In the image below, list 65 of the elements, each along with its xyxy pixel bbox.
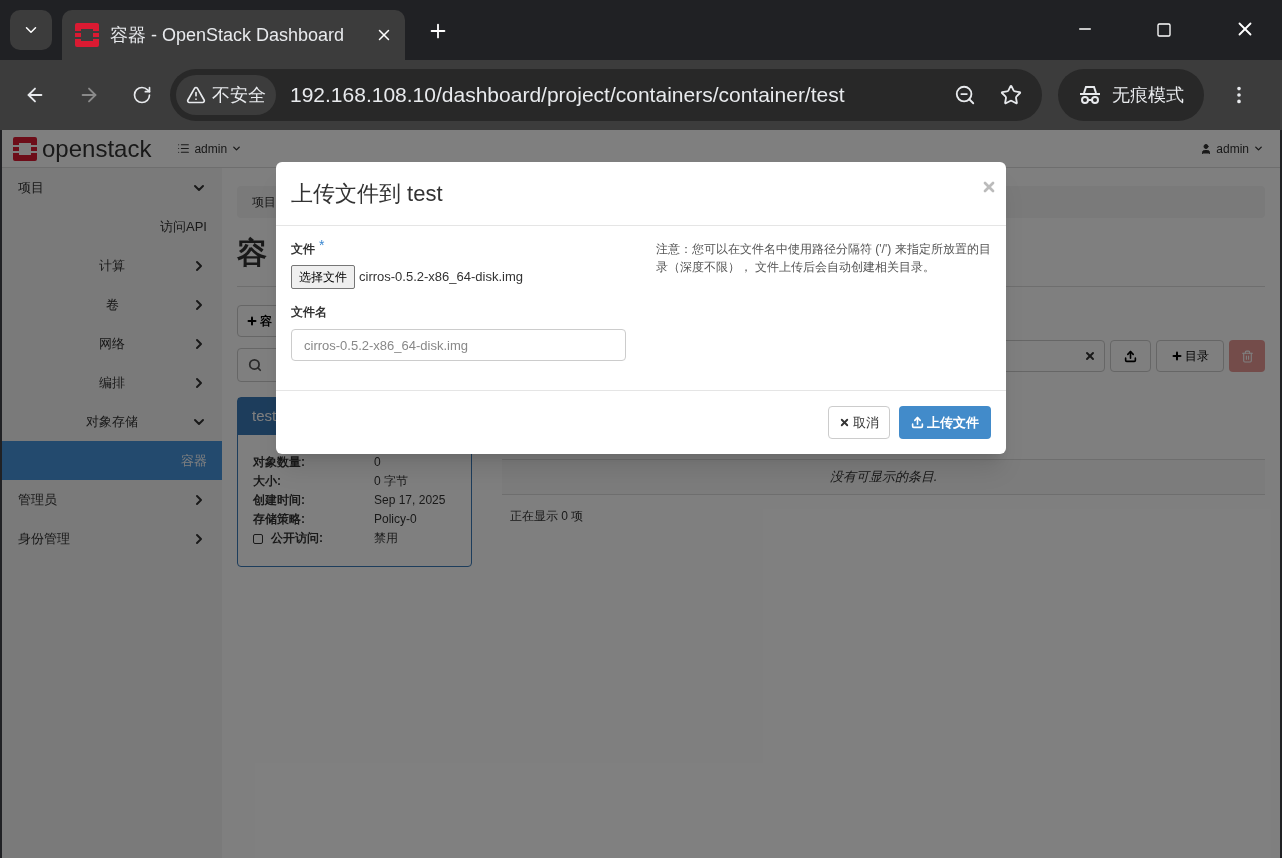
sidebar-item[interactable]: 身份管理 <box>2 519 222 558</box>
upload-icon <box>1124 349 1137 363</box>
sidebar-item[interactable]: 访问API <box>2 207 222 246</box>
upload-icon <box>911 416 924 429</box>
detail-label: 公开访问: <box>271 530 323 547</box>
reload-icon[interactable] <box>132 85 152 105</box>
plus-icon <box>246 315 258 327</box>
security-chip[interactable]: 不安全 <box>176 75 276 115</box>
warning-icon <box>186 85 206 105</box>
sidebar-item[interactable]: 容器 <box>2 441 222 480</box>
plus-icon <box>1171 350 1183 362</box>
incognito-icon <box>1078 84 1102 106</box>
sidebar-item[interactable]: 计算 <box>2 246 222 285</box>
upload-button[interactable] <box>1110 340 1151 372</box>
maximize-icon[interactable] <box>1156 22 1172 38</box>
empty-table-row: 没有可显示的条目. <box>502 459 1265 495</box>
sidebar-item[interactable]: 编排 <box>2 363 222 402</box>
zoom-out-icon[interactable] <box>954 84 976 106</box>
field-label: 文件名 <box>291 304 328 321</box>
caret-icon <box>1253 143 1264 154</box>
clear-icon[interactable] <box>1084 350 1096 362</box>
cancel-button[interactable]: 取消 <box>828 406 890 439</box>
detail-label: 创建时间: <box>253 492 306 509</box>
dialog-title: 上传文件到 test <box>291 180 444 208</box>
bookmark-star-icon[interactable] <box>1000 84 1022 106</box>
url-text: 192.168.108.10/dashboard/project/containers/container/test <box>290 82 846 109</box>
detail-value: 0 <box>374 454 381 471</box>
new-folder-button[interactable]: 目录 <box>1156 340 1224 372</box>
detail-value: Sep 17, 2025 <box>374 492 446 509</box>
sidebar-item[interactable]: 对象存储 <box>2 402 222 441</box>
sidebar-item[interactable]: 网络 <box>2 324 222 363</box>
search-icon <box>248 358 262 372</box>
incognito-chip[interactable]: 无痕模式 <box>1058 69 1204 121</box>
openstack-logo[interactable]: openstack <box>42 136 152 161</box>
user-menu[interactable]: admin <box>1200 139 1264 158</box>
detail-value: 0 字节 <box>374 473 408 490</box>
upload-submit-button[interactable]: 上传文件 <box>899 406 991 439</box>
detail-label: 存储策略: <box>253 511 306 528</box>
detail-label: 大小: <box>253 473 282 490</box>
sidebar-item[interactable]: 项目 <box>2 168 222 207</box>
sidebar-item[interactable]: 卷 <box>2 285 222 324</box>
file-name-input[interactable]: cirros-0.5.2-x86_64-disk.img <box>291 329 626 361</box>
detail-label: 对象数量: <box>253 454 306 471</box>
list-icon <box>177 142 191 155</box>
caret-icon <box>231 143 243 154</box>
page-heading: 容 <box>237 238 267 268</box>
openstack-logo-icon <box>12 135 38 162</box>
required-mark: * <box>319 238 325 252</box>
table-footer-text: 正在显示 0 项 <box>510 508 585 525</box>
breadcrumb-link[interactable]: 项目 <box>252 193 276 211</box>
sidebar-item[interactable]: 管理员 <box>2 480 222 519</box>
close-icon <box>839 417 850 428</box>
address-bar[interactable]: 不安全 192.168.108.10/dashboard/project/containers/container/test <box>170 69 1042 121</box>
project-menu[interactable]: admin <box>177 139 243 158</box>
help-text: 注意：您可以在文件名中使用路径分隔符 ('/') 来指定所放置的目录（深度不限）， 文件上传后会自动创建相关目录。 <box>656 241 991 276</box>
chosen-file-name: cirros-0.5.2-x86_64-disk.img <box>359 268 523 287</box>
user-icon <box>1200 142 1213 155</box>
detail-value: Policy-0 <box>374 511 417 528</box>
public-access-checkbox[interactable] <box>253 533 263 544</box>
trash-icon <box>1240 349 1254 363</box>
choose-file-button[interactable]: 选择文件 <box>291 265 355 289</box>
browser-tab[interactable]: 容器 - OpenStack Dashboard <box>62 10 405 60</box>
openstack-logo-icon <box>74 22 100 48</box>
detail-value: 禁用 <box>374 530 398 547</box>
field-label: 文件 <box>291 241 315 258</box>
